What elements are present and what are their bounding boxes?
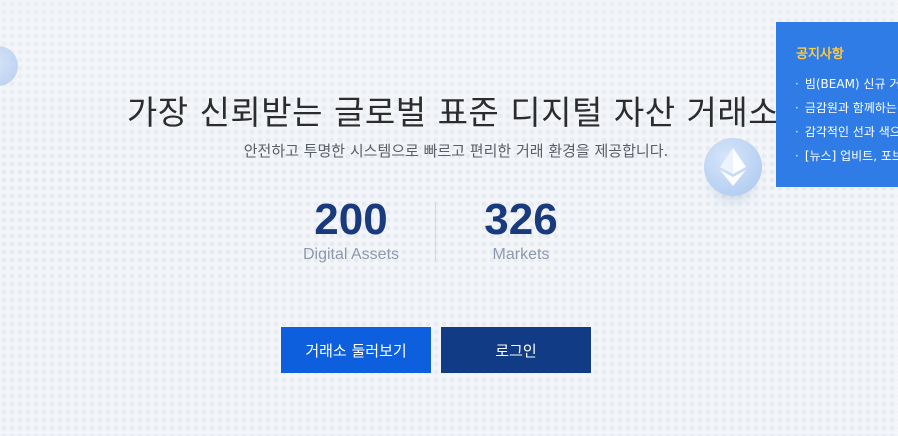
stat-divider	[435, 202, 436, 262]
notice-item[interactable]: · 빔(BEAM) 신규 거	[795, 76, 898, 100]
stat-label: Digital Assets	[302, 246, 400, 263]
stat-label: Markets	[492, 246, 550, 263]
coin-icon	[0, 46, 18, 86]
hero-title: 가장 신뢰받는 글로벌 표준 디지털 자산 거래소	[126, 93, 780, 132]
notice-panel: 공지사항 · 빔(BEAM) 신규 거 · 금감원과 함께하는 · 감각적인 선과 색…	[776, 22, 898, 187]
notice-title: 공지사항	[796, 47, 844, 62]
notice-item[interactable]: · [뉴스] 업비트, 포브	[795, 148, 898, 172]
notice-item[interactable]: · 금감원과 함께하는	[795, 100, 898, 124]
stat-digital-assets: 200 Digital Assets	[281, 196, 421, 264]
notice-list: · 빔(BEAM) 신규 거 · 금감원과 함께하는 · 감각적인 선과 색으 · [뉴…	[795, 76, 898, 172]
stat-markets: 326 Markets	[451, 196, 591, 264]
hero-subtitle: 안전하고 투명한 시스템으로 빠르고 편리한 거래 환경을 제공합니다.	[243, 142, 669, 160]
explore-exchange-button[interactable]: 거래소 둘러보기	[281, 327, 431, 373]
stat-value: 200	[314, 195, 388, 244]
login-button[interactable]: 로그인	[441, 327, 591, 373]
stat-value: 326	[484, 195, 558, 244]
notice-item[interactable]: · 감각적인 선과 색으	[795, 124, 898, 148]
